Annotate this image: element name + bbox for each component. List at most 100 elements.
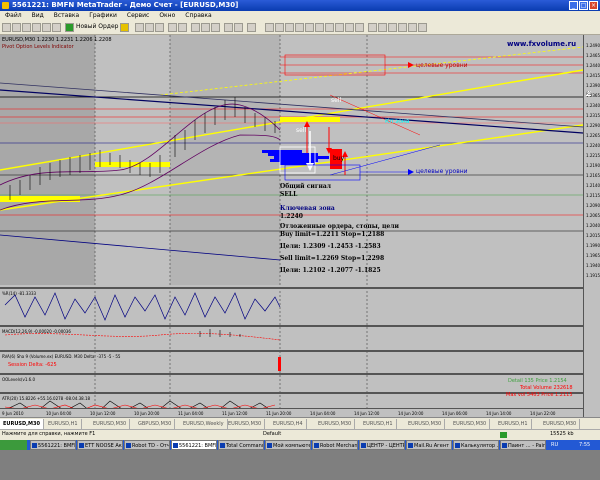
h1-button[interactable] [408, 23, 417, 32]
indicators-button[interactable] [224, 23, 233, 32]
minimize-button[interactable]: _ [569, 1, 578, 10]
channel-button[interactable] [315, 23, 324, 32]
tab-eurusd-m30[interactable]: EURUSD,M30 [225, 419, 266, 429]
time-label: 14 Jun 06:00 [442, 411, 468, 416]
tab-eurusd-m30[interactable]: EURUSD,M30 [90, 419, 131, 429]
arrows-button[interactable] [355, 23, 364, 32]
menu-tools[interactable]: Сервис [122, 11, 154, 21]
price-label: 1.2040 [586, 223, 600, 228]
text-tool-button[interactable] [335, 23, 344, 32]
m1-button[interactable] [368, 23, 377, 32]
h4-button[interactable] [418, 23, 427, 32]
taskbar-item[interactable]: Паинт ... - Paint ... [500, 440, 546, 450]
horizontal-line-button[interactable] [295, 23, 304, 32]
taskbar-item[interactable]: Robot TD - Отчет... [124, 440, 170, 450]
tab-eurusd-m30[interactable]: EURUSD,M30 [315, 419, 356, 429]
new-order-button[interactable]: Новый Ордер [76, 23, 118, 30]
price-axis[interactable]: 1.2490 1.2465 1.2440 1.2415 1.2390 1.2365 1.23… [583, 35, 600, 437]
sell-limit: Sell limit=1.2269 Stop=1.2298 [280, 255, 385, 262]
label-tool-button[interactable] [345, 23, 354, 32]
terminal-button[interactable] [42, 23, 51, 32]
taskbar-item[interactable]: Mail.Ru Агент (1 ... [406, 440, 452, 450]
m30-button[interactable] [398, 23, 407, 32]
autoscroll-button[interactable] [201, 23, 210, 32]
trendline-button[interactable] [305, 23, 314, 32]
candlestick-button[interactable] [145, 23, 154, 32]
periods-button[interactable] [234, 23, 243, 32]
price-label: 1.2390 [586, 83, 600, 88]
m15-button[interactable] [388, 23, 397, 32]
tab-eurusd-h4[interactable]: EURUSD,H4 [270, 419, 307, 429]
strategy-tester-button[interactable] [52, 23, 61, 32]
fibonacci-button[interactable] [325, 23, 334, 32]
m5-button[interactable] [378, 23, 387, 32]
tab-eurusd-h1[interactable]: EURUSD,H1 [360, 419, 397, 429]
sell-label-top: sell [331, 97, 342, 104]
time-label: 14 Jun 20:00 [398, 411, 424, 416]
taskbar-item[interactable]: ЦЕНТР - ЦЕНТР ... [359, 440, 405, 450]
market-watch-button[interactable] [22, 23, 31, 32]
menu-file[interactable]: Файл [0, 11, 27, 21]
zoom-out-button[interactable] [178, 23, 187, 32]
profiles-button[interactable] [12, 23, 21, 32]
targets-2: Цели: 1.2102 -1.2077 -1.1825 [280, 267, 381, 274]
line-chart-button[interactable] [155, 23, 164, 32]
tile-windows-button[interactable] [191, 23, 200, 32]
menu-view[interactable]: Вид [27, 11, 49, 21]
taskbar-item[interactable]: 5561221: BMFN M... [30, 440, 76, 450]
taskbar-item[interactable]: ЕТТ NOOSE Активатор... [77, 440, 123, 450]
tab-eurusd-m30[interactable]: EURUSD,M30 [405, 419, 446, 429]
menu-charts[interactable]: Графики [84, 11, 122, 21]
tab-eurusd-m30[interactable]: EURUSD,M30 [0, 419, 44, 429]
time-label: 11 Jun 04:00 [178, 411, 204, 416]
chart-area[interactable]: EURUSD,M30 1.2230 1.2231 1.2206 1.2208 P… [0, 35, 600, 437]
highlight-band-left [0, 35, 95, 285]
maximize-button[interactable]: □ [579, 1, 588, 10]
taskbar-item[interactable]: Калькулятор ... [453, 440, 499, 450]
tab-eurusd-h1[interactable]: EURUSD,H1 [495, 419, 532, 429]
down-arrow-white-head [306, 163, 314, 171]
tab-eurusd-h1[interactable]: EURUSD,H1 [45, 419, 82, 429]
tab-eurusd-weekly[interactable]: EURUSD,Weekly [180, 419, 228, 429]
session-delta: Session Delta: -625 [8, 362, 57, 368]
volume-max: Max vol 5463 Price 1.2115 [506, 392, 573, 398]
new-chart-button[interactable] [2, 23, 11, 32]
macd-histogram [199, 329, 241, 337]
menu-help[interactable]: Справка [180, 11, 216, 21]
title-bar: 5561221: BMFN MetaTrader - Демо Счет - [… [0, 0, 600, 11]
tab-eurusd-m30[interactable]: EURUSD,M30 [450, 419, 491, 429]
vertical-line-button[interactable] [285, 23, 294, 32]
crosshair-button[interactable] [275, 23, 284, 32]
price-label: 1.2065 [586, 213, 600, 218]
price-label: 1.2440 [586, 63, 600, 68]
menu-insert[interactable]: Вставка [49, 11, 84, 21]
new-order-icon[interactable] [65, 23, 74, 32]
zoom-in-button[interactable] [168, 23, 177, 32]
price-label: 1.2340 [586, 103, 600, 108]
taskbar-item[interactable]: 5561221: BMFN MT... [171, 440, 217, 450]
chart-shift-button[interactable] [211, 23, 220, 32]
time-label: 10 Jun 04:00 [46, 411, 72, 416]
key-zone-value: 1.2240 [280, 213, 303, 220]
panel-separator [0, 325, 583, 327]
menu-window[interactable]: Окно [154, 11, 180, 21]
panel-separator [0, 350, 583, 352]
targets-1: Цели: 1.2309 -1.2453 -1.2583 [280, 243, 381, 250]
toolbar: Новый Ордер [0, 21, 600, 35]
close-button[interactable]: × [589, 1, 598, 10]
bar-chart-button[interactable] [135, 23, 144, 32]
taskbar-item[interactable]: Robot Merchant ... [312, 440, 358, 450]
templates-button[interactable] [247, 23, 256, 32]
navigator-button[interactable] [32, 23, 41, 32]
tab-eurusd-m30[interactable]: EURUSD,M30 [540, 419, 581, 429]
taskbar-item-label: Total Commander... [226, 443, 263, 449]
taskbar-item[interactable]: Total Commander... [218, 440, 264, 450]
price-label: 1.2465 [586, 53, 600, 58]
expert-advisors-button[interactable] [120, 23, 129, 32]
price-label: 1.2315 [586, 113, 600, 118]
tab-gbpusd-m30[interactable]: GBPUSD,M30 [135, 419, 176, 429]
taskbar-item[interactable]: Мой компьютер... [265, 440, 311, 450]
symbol-info: EURUSD,M30 1.2230 1.2231 1.2206 1.2208 [2, 37, 112, 43]
cursor-button[interactable] [265, 23, 274, 32]
start-button[interactable] [0, 440, 27, 450]
